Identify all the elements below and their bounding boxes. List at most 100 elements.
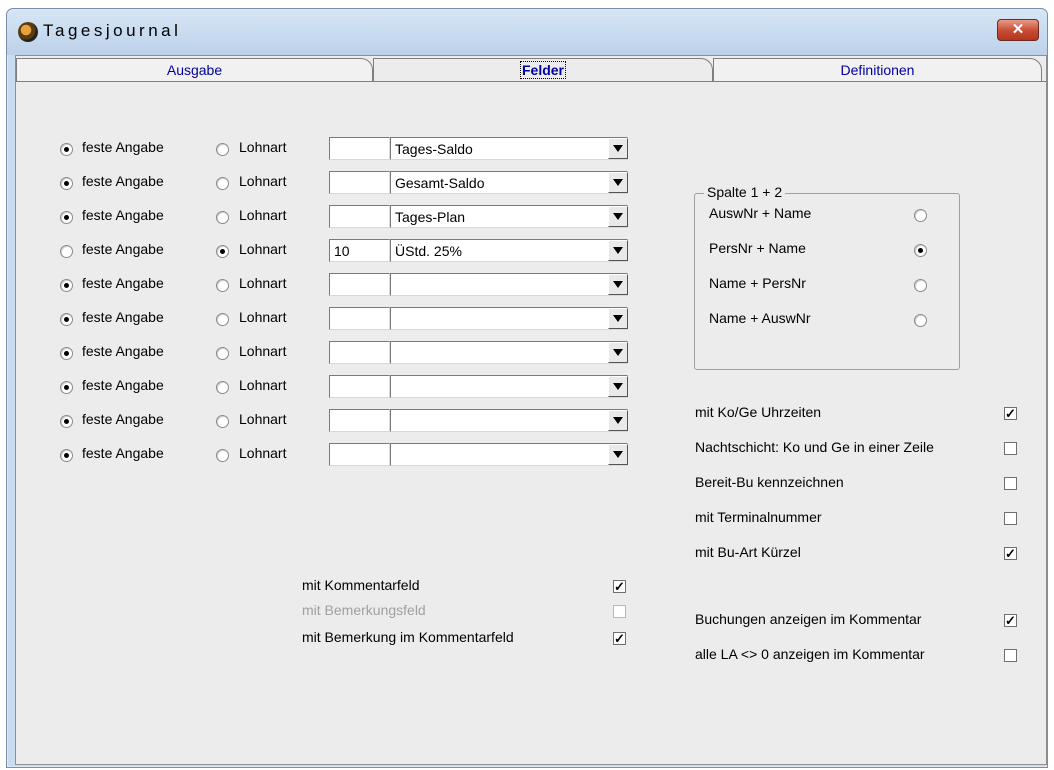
- tab-definitionen[interactable]: Definitionen: [713, 58, 1042, 82]
- comment-option-label: alle LA <> 0 anzeigen im Kommentar: [695, 646, 925, 662]
- lohnart-code-field[interactable]: [329, 375, 390, 398]
- comment-option-checkbox[interactable]: ✓: [1004, 614, 1017, 627]
- field-option-checkbox: [613, 605, 626, 618]
- lohnart-label: Lohnart: [239, 173, 287, 189]
- field-option-label: mit Bemerkungsfeld: [302, 602, 426, 618]
- feste-angabe-radio[interactable]: [60, 279, 73, 292]
- tab-label: Ausgabe: [166, 62, 223, 78]
- app-icon: [18, 22, 38, 42]
- option-checkbox[interactable]: ✓: [1004, 547, 1017, 560]
- option-label: Nachtschicht: Ko und Ge in einer Zeile: [695, 439, 934, 455]
- lohnart-radio[interactable]: [216, 415, 229, 428]
- lohnart-code-field[interactable]: [329, 171, 390, 194]
- spalte-option-radio[interactable]: [914, 209, 927, 222]
- option-checkbox[interactable]: [1004, 477, 1017, 490]
- lohnart-name-combo[interactable]: Tages-Saldo: [390, 137, 628, 160]
- option-label: Bereit-Bu kennzeichnen: [695, 474, 844, 490]
- chevron-down-icon[interactable]: [608, 206, 628, 227]
- field-option-checkbox[interactable]: ✓: [613, 580, 626, 593]
- lohnart-radio[interactable]: [216, 177, 229, 190]
- chevron-down-icon[interactable]: [608, 274, 628, 295]
- lohnart-name-combo[interactable]: [390, 341, 628, 364]
- window-title: Tagesjournal: [43, 21, 182, 40]
- lohnart-name-combo[interactable]: ÜStd. 25%: [390, 239, 628, 262]
- spalte-group-title: Spalte 1 + 2: [704, 184, 786, 200]
- spalte-option-label: Name + AuswNr: [709, 310, 811, 326]
- feste-angabe-label: feste Angabe: [82, 173, 164, 189]
- lohnart-radio[interactable]: [216, 279, 229, 292]
- option-checkbox[interactable]: [1004, 512, 1017, 525]
- lohnart-radio[interactable]: [216, 211, 229, 224]
- lohnart-label: Lohnart: [239, 377, 287, 393]
- feste-angabe-radio[interactable]: [60, 313, 73, 326]
- feste-angabe-radio[interactable]: [60, 415, 73, 428]
- spalte-option-radio[interactable]: [914, 314, 927, 327]
- lohnart-label: Lohnart: [239, 207, 287, 223]
- lohnart-code-field[interactable]: [329, 341, 390, 364]
- chevron-down-icon[interactable]: [608, 444, 628, 465]
- chevron-down-icon[interactable]: [608, 342, 628, 363]
- feste-angabe-label: feste Angabe: [82, 139, 164, 155]
- lohnart-name-combo[interactable]: [390, 307, 628, 330]
- chevron-down-icon[interactable]: [608, 172, 628, 193]
- feste-angabe-radio[interactable]: [60, 245, 73, 258]
- felder-panel: Spalte 1 + 2 feste Angabe Lohnart Tages-Sa…: [16, 81, 1046, 765]
- lohnart-code-field[interactable]: [329, 273, 390, 296]
- field-option-label: mit Bemerkung im Kommentarfeld: [302, 629, 514, 645]
- feste-angabe-radio[interactable]: [60, 177, 73, 190]
- close-button[interactable]: ✕: [997, 19, 1039, 41]
- lohnart-radio[interactable]: [216, 143, 229, 156]
- chevron-down-icon[interactable]: [608, 308, 628, 329]
- option-checkbox[interactable]: ✓: [1004, 407, 1017, 420]
- spalte-option-radio[interactable]: [914, 244, 927, 257]
- lohnart-label: Lohnart: [239, 139, 287, 155]
- lohnart-radio[interactable]: [216, 245, 229, 258]
- lohnart-code-field[interactable]: [329, 307, 390, 330]
- chevron-down-icon[interactable]: [608, 410, 628, 431]
- lohnart-radio[interactable]: [216, 313, 229, 326]
- feste-angabe-label: feste Angabe: [82, 343, 164, 359]
- comment-option-label: Buchungen anzeigen im Kommentar: [695, 611, 922, 627]
- lohnart-code-field[interactable]: [329, 409, 390, 432]
- lohnart-label: Lohnart: [239, 343, 287, 359]
- feste-angabe-radio[interactable]: [60, 449, 73, 462]
- feste-angabe-radio[interactable]: [60, 381, 73, 394]
- feste-angabe-radio[interactable]: [60, 143, 73, 156]
- feste-angabe-label: feste Angabe: [82, 411, 164, 427]
- lohnart-code-field[interactable]: [329, 137, 390, 160]
- feste-angabe-label: feste Angabe: [82, 207, 164, 223]
- lohnart-label: Lohnart: [239, 411, 287, 427]
- chevron-down-icon[interactable]: [608, 240, 628, 261]
- feste-angabe-label: feste Angabe: [82, 377, 164, 393]
- tab-felder[interactable]: Felder: [373, 58, 713, 82]
- tab-label: Felder: [519, 61, 566, 79]
- feste-angabe-radio[interactable]: [60, 211, 73, 224]
- tab-label: Definitionen: [840, 62, 915, 78]
- lohnart-name-combo[interactable]: [390, 273, 628, 296]
- lohnart-name-combo[interactable]: Tages-Plan: [390, 205, 628, 228]
- lohnart-label: Lohnart: [239, 275, 287, 291]
- feste-angabe-radio[interactable]: [60, 347, 73, 360]
- lohnart-name-combo[interactable]: [390, 409, 628, 432]
- option-checkbox[interactable]: [1004, 442, 1017, 455]
- lohnart-code-field[interactable]: [329, 205, 390, 228]
- option-label: mit Ko/Ge Uhrzeiten: [695, 404, 822, 420]
- comment-option-checkbox[interactable]: [1004, 649, 1017, 662]
- lohnart-radio[interactable]: [216, 347, 229, 360]
- chevron-down-icon[interactable]: [608, 138, 628, 159]
- lohnart-radio[interactable]: [216, 449, 229, 462]
- tab-ausgabe[interactable]: Ausgabe: [16, 58, 373, 82]
- spalte-option-radio[interactable]: [914, 279, 927, 292]
- chevron-down-icon[interactable]: [608, 376, 628, 397]
- feste-angabe-label: feste Angabe: [82, 309, 164, 325]
- lohnart-name-combo[interactable]: [390, 443, 628, 466]
- field-option-label: mit Kommentarfeld: [302, 577, 420, 593]
- lohnart-name-combo[interactable]: [390, 375, 628, 398]
- lohnart-code-field[interactable]: [329, 443, 390, 466]
- lohnart-radio[interactable]: [216, 381, 229, 394]
- lohnart-name-combo[interactable]: Gesamt-Saldo: [390, 171, 628, 194]
- lohnart-code-field[interactable]: 10: [329, 239, 390, 262]
- spalte-option-label: AuswNr + Name: [709, 205, 812, 221]
- field-option-checkbox[interactable]: ✓: [613, 632, 626, 645]
- spalte-option-label: PersNr + Name: [709, 240, 806, 256]
